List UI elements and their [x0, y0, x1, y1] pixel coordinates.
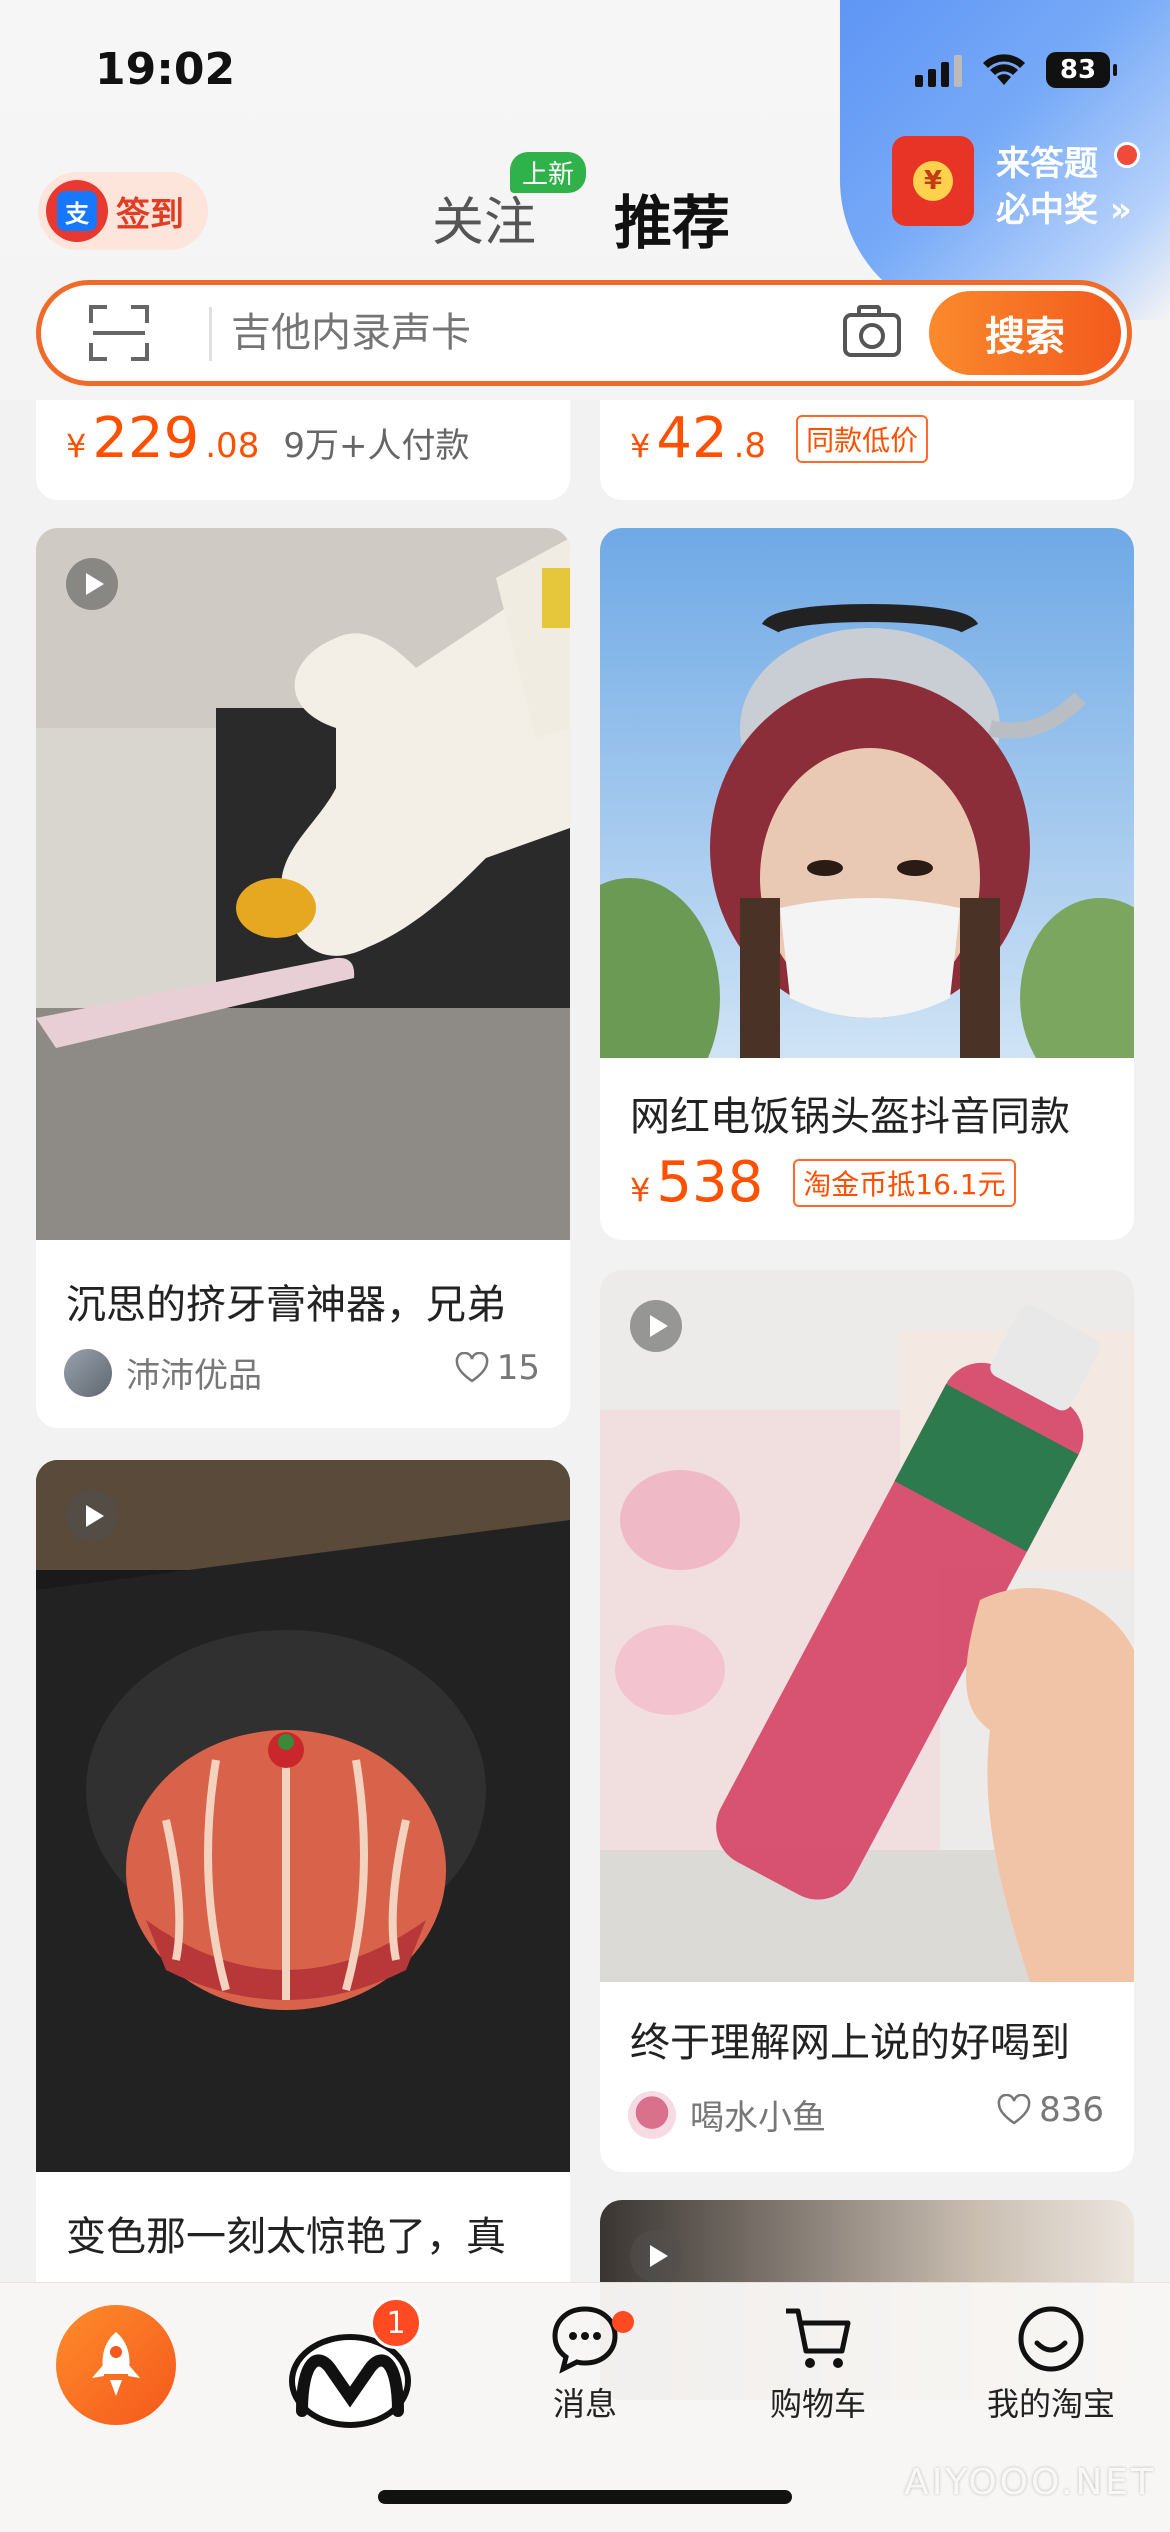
video-card-drink[interactable]: 终于理解网上说的好喝到 喝水小鱼 836: [600, 1270, 1134, 2172]
signin-button[interactable]: 支 签到: [38, 172, 208, 250]
price-decimal: .08: [205, 426, 260, 466]
heart-icon: [455, 1352, 489, 1383]
nav-my-taobao-label: 我的淘宝: [986, 2385, 1115, 2423]
price: ¥ 229 .08 9万+人付款: [66, 406, 469, 471]
tab-follow-badge: 上新: [510, 152, 587, 193]
heart-icon: [997, 2094, 1031, 2125]
search-bar: 搜索: [36, 280, 1132, 386]
likes-number: 836: [1039, 2090, 1104, 2130]
currency-symbol: ¥: [630, 1171, 651, 1209]
quiz-promo-banner[interactable]: ¥ 来答题 必中奖 »: [884, 130, 1154, 230]
video-title: 变色那一刻太惊艳了，真: [66, 2214, 506, 2260]
price: ¥ 42 .8 同款低价: [630, 406, 929, 471]
video-thumbnail: [36, 1460, 570, 2172]
search-input[interactable]: [231, 301, 831, 365]
alipay-glyph: 支: [57, 191, 97, 231]
likes-number: 15: [496, 1348, 540, 1388]
avatar: [628, 2090, 676, 2139]
play-icon: [630, 1300, 682, 1352]
alipay-icon: 支: [46, 180, 108, 242]
video-thumbnail: [600, 1270, 1134, 1982]
video-title: 沉思的挤牙膏神器，兄弟: [66, 1282, 506, 1328]
price-integer: 42: [656, 406, 728, 471]
video-card-toothpaste[interactable]: 沉思的挤牙膏神器，兄弟 沛沛优品 15: [36, 528, 570, 1428]
nav-messages-label: 消息: [552, 2385, 617, 2423]
camera-icon[interactable]: [841, 303, 903, 359]
wifi-icon: [983, 54, 1025, 85]
like-count[interactable]: 15: [455, 1348, 540, 1388]
promo-title: 来答题: [996, 144, 1098, 184]
tab-recommend[interactable]: 推荐: [614, 176, 730, 260]
top-header: 19:02 83 支 签到 关注 上新 推荐 ¥ 来答题 必中奖 » 吉他内录声…: [0, 0, 1170, 400]
rocket-icon: [92, 2332, 140, 2396]
currency-symbol: ¥: [66, 427, 87, 465]
red-envelope-icon: ¥: [892, 136, 974, 226]
battery-icon: 83: [1046, 52, 1117, 88]
coin-icon: ¥: [913, 161, 953, 201]
price-integer: 538: [656, 1150, 764, 1215]
search-divider: [209, 307, 212, 361]
video-thumbnail: [36, 528, 570, 1240]
smile-icon: [1018, 2306, 1084, 2372]
status-icons: 83: [915, 52, 1117, 88]
nav-my-taobao[interactable]: 我的淘宝: [976, 2303, 1126, 2425]
price-decimal: .8: [733, 426, 767, 466]
play-icon: [66, 1490, 118, 1542]
play-icon: [66, 558, 118, 610]
product-card-helmet[interactable]: 网红电饭锅头盔抖音同款 ¥ 538 淘金币抵16.1元: [600, 528, 1134, 1240]
home-rocket-button[interactable]: [56, 2305, 176, 2425]
author: 沛沛优品: [64, 1348, 262, 1397]
coin-discount-tag: 淘金币抵16.1元: [793, 1158, 1016, 1207]
sales-count: 9万+人付款: [283, 426, 470, 466]
product-title: 网红电饭锅头盔抖音同款: [630, 1094, 1070, 1140]
price: ¥ 538 淘金币抵16.1元: [630, 1150, 1016, 1215]
author-name: 喝水小鱼: [690, 2098, 826, 2138]
cellular-signal-icon: [915, 53, 962, 87]
author: 喝水小鱼: [628, 2090, 826, 2139]
message-icon: [552, 2306, 618, 2374]
price-integer: 229: [92, 406, 200, 471]
avatar: [64, 1348, 112, 1397]
currency-symbol: ¥: [630, 427, 651, 465]
video-card-orange[interactable]: 变色那一刻太惊艳了，真: [36, 1460, 570, 2320]
cart-icon: [786, 2308, 851, 2368]
low-price-tag: 同款低价: [796, 414, 929, 463]
like-count[interactable]: 836: [997, 2090, 1104, 2130]
search-button[interactable]: 搜索: [929, 291, 1121, 375]
status-time: 19:02: [95, 44, 236, 95]
signin-label: 签到: [116, 194, 184, 235]
video-title: 终于理解网上说的好喝到: [630, 2020, 1070, 2066]
scan-icon[interactable]: [89, 305, 149, 361]
author-name: 沛沛优品: [126, 1356, 262, 1396]
notification-badge: 1: [370, 2297, 422, 2349]
pin-icon: [1114, 142, 1140, 168]
play-icon: [630, 2230, 682, 2282]
promo-subtitle: 必中奖 »: [996, 190, 1132, 230]
nav-cart-label: 购物车: [769, 2385, 866, 2423]
watermark: AIYOOO.NET: [904, 2462, 1156, 2503]
nav-cart[interactable]: 购物车: [758, 2303, 878, 2425]
home-indicator[interactable]: [378, 2490, 792, 2504]
unread-dot: [612, 2311, 634, 2333]
product-image: [600, 528, 1134, 1058]
